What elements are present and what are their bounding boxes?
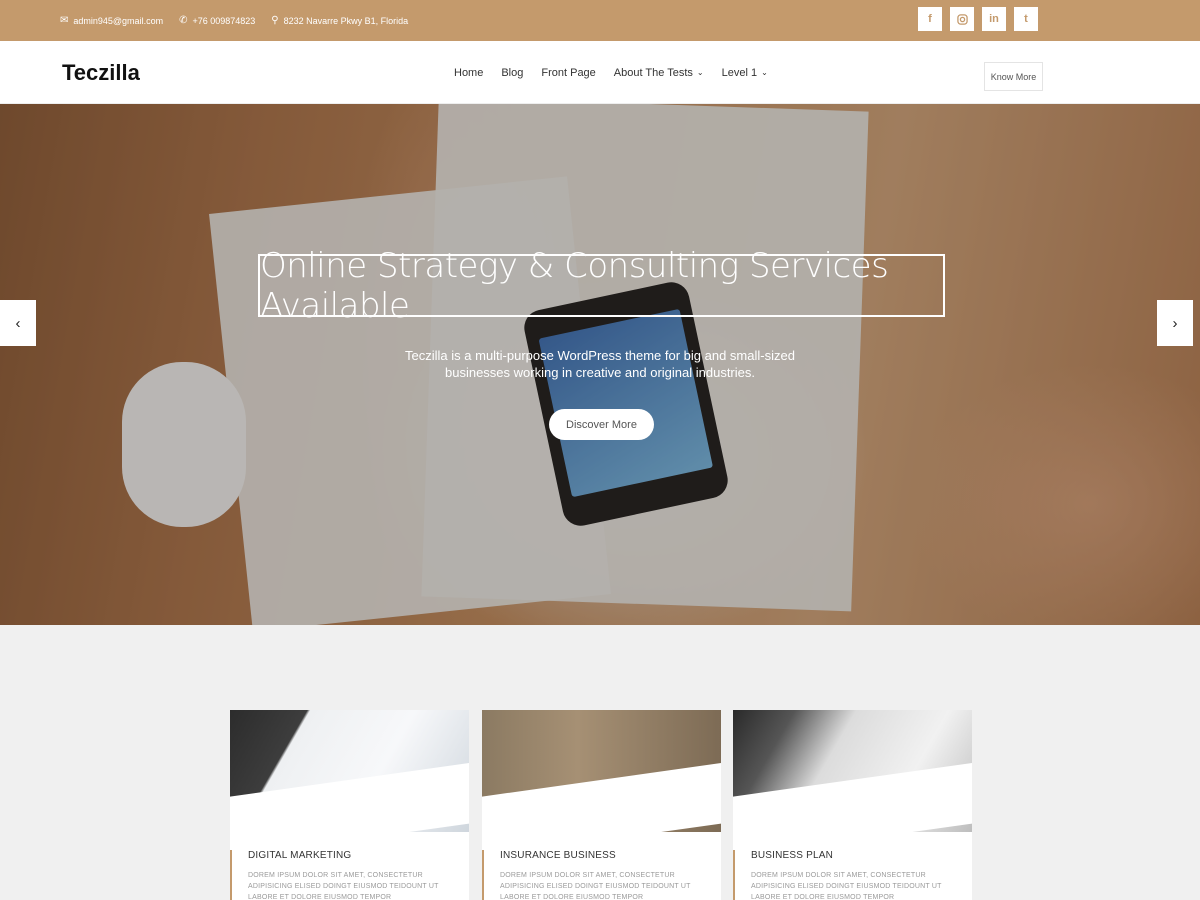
linkedin-icon[interactable]: in xyxy=(982,7,1006,31)
main-nav: Home Blog Front Page About The Tests ⌄ Le… xyxy=(454,41,786,104)
service-title[interactable]: INSURANCE BUSINESS xyxy=(500,850,721,861)
phone-icon: ✆ xyxy=(179,14,188,26)
site-header: Teczilla Home Blog Front Page About The … xyxy=(0,41,1200,104)
nav-item-about-the-tests[interactable]: About The Tests ⌄ xyxy=(614,67,704,79)
service-text: DIGITAL MARKETING DOREM IPSUM DOLOR SIT … xyxy=(230,850,469,900)
email-item[interactable]: ✉ admin945@gmail.com xyxy=(60,14,164,26)
nav-label: About The Tests xyxy=(613,66,693,79)
address-item: ⚲ 8232 Navarre Pkwy B1, Florida xyxy=(271,14,409,26)
chevron-down-icon: ⌄ xyxy=(761,68,768,77)
service-image-divider xyxy=(733,760,972,832)
know-more-button[interactable]: Know More xyxy=(984,62,1043,91)
service-image-divider xyxy=(482,760,721,832)
instagram-icon[interactable] xyxy=(950,7,974,31)
email-text: admin945@gmail.com xyxy=(73,15,164,26)
nav-label: Blog xyxy=(501,66,524,79)
slider-next-button[interactable]: › xyxy=(1157,300,1193,346)
chevron-right-icon: › xyxy=(1172,314,1178,332)
services-section: DIGITAL MARKETING DOREM IPSUM DOLOR SIT … xyxy=(0,625,1200,900)
address-text: 8232 Navarre Pkwy B1, Florida xyxy=(283,15,409,26)
service-text: BUSINESS PLAN DOREM IPSUM DOLOR SIT AMET… xyxy=(733,850,972,900)
service-image xyxy=(230,710,469,832)
tumblr-icon[interactable]: t xyxy=(1014,7,1038,31)
hero-subtitle: Teczilla is a multi-purpose WordPress th… xyxy=(405,348,795,380)
service-text: INSURANCE BUSINESS DOREM IPSUM DOLOR SIT… xyxy=(482,850,721,900)
social-links: f in t xyxy=(918,7,1038,31)
phone-text: +76 009874823 xyxy=(192,15,256,26)
service-card[interactable]: INSURANCE BUSINESS DOREM IPSUM DOLOR SIT… xyxy=(482,710,721,900)
nav-item-blog[interactable]: Blog xyxy=(501,67,523,79)
nav-label: Level 1 xyxy=(721,66,758,79)
nav-label: Home xyxy=(454,66,484,79)
hero-title: Online Strategy & Consulting Services Av… xyxy=(258,246,945,326)
envelope-icon: ✉ xyxy=(60,14,69,26)
site-logo[interactable]: Teczilla xyxy=(62,60,140,86)
service-title[interactable]: BUSINESS PLAN xyxy=(751,850,972,861)
service-description: DOREM IPSUM DOLOR SIT AMET, CONSECTETUR … xyxy=(248,872,439,900)
discover-more-button[interactable]: Discover More xyxy=(549,409,654,440)
facebook-icon[interactable]: f xyxy=(918,7,942,31)
top-bar: ✉ admin945@gmail.com ✆ +76 009874823 ⚲ 8… xyxy=(0,0,1200,41)
service-image xyxy=(733,710,972,832)
service-card[interactable]: DIGITAL MARKETING DOREM IPSUM DOLOR SIT … xyxy=(230,710,469,900)
map-marker-icon: ⚲ xyxy=(271,14,279,26)
service-description: DOREM IPSUM DOLOR SIT AMET, CONSECTETUR … xyxy=(751,872,942,900)
phone-item[interactable]: ✆ +76 009874823 xyxy=(179,14,256,26)
service-image-divider xyxy=(230,760,469,832)
chevron-down-icon: ⌄ xyxy=(696,68,704,77)
contact-info: ✉ admin945@gmail.com ✆ +76 009874823 ⚲ 8… xyxy=(60,0,408,41)
service-image xyxy=(482,710,721,832)
nav-item-home[interactable]: Home xyxy=(454,67,483,79)
service-description: DOREM IPSUM DOLOR SIT AMET, CONSECTETUR … xyxy=(500,872,691,900)
nav-item-level-1[interactable]: Level 1 ⌄ xyxy=(722,67,768,79)
chevron-left-icon: ‹ xyxy=(15,314,21,332)
service-title[interactable]: DIGITAL MARKETING xyxy=(248,850,469,861)
nav-item-front-page[interactable]: Front Page xyxy=(541,67,595,79)
nav-label: Front Page xyxy=(541,66,596,79)
slider-prev-button[interactable]: ‹ xyxy=(0,300,36,346)
hero-slider: Online Strategy & Consulting Services Av… xyxy=(0,104,1200,625)
service-card[interactable]: BUSINESS PLAN DOREM IPSUM DOLOR SIT AMET… xyxy=(733,710,972,900)
